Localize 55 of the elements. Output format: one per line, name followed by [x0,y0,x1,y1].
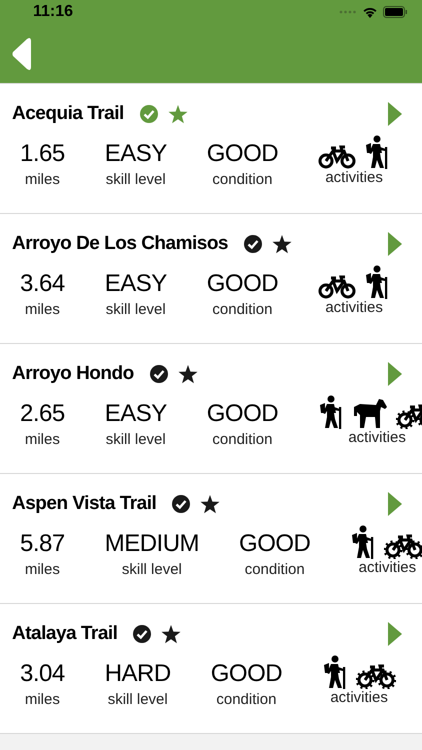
distance-label: miles [24,171,60,188]
skill-label: skill level [122,561,182,578]
skill-level: EASY [104,139,167,169]
chevron-right-icon[interactable] [388,362,402,386]
trail-distance: 3.64 [20,269,65,299]
trail-name: Arroyo De Los Chamisos [12,233,228,255]
trail-condition: GOOD [210,659,282,689]
wifi-icon [362,6,378,18]
activities-label: activities [325,299,383,316]
signal-icon [339,10,357,14]
bicycle-icon [356,663,396,689]
skill-level: EASY [104,399,167,429]
activities-label: activities [358,559,416,576]
bicycle-icon [318,145,356,169]
chevron-right-icon[interactable] [388,102,402,126]
skill-level: HARD [104,659,171,689]
condition-label: condition [216,691,276,708]
status-time: 11:16 [33,3,74,21]
distance-label: miles [24,301,60,318]
trail-condition: GOOD [206,269,278,299]
distance-label: miles [24,691,60,708]
bicycle-icon [384,533,422,559]
skill-level: EASY [104,269,167,299]
trail-name: Aspen Vista Trail [12,493,156,515]
horse-icon [352,397,388,429]
condition-label: condition [212,171,272,188]
trail-name: Arroyo Hondo [12,363,134,385]
bicycle-icon [318,275,356,299]
condition-label: condition [244,561,305,578]
trail-condition: GOOD [239,529,310,559]
activities-label: activities [330,689,388,706]
trail-distance: 5.87 [20,529,65,559]
skill-label: skill level [106,431,166,448]
condition-label: condition [212,431,272,448]
trail-name: Atalaya Trail [12,623,118,645]
distance-label: miles [24,431,60,448]
chevron-right-icon[interactable] [388,622,402,646]
condition-label: condition [212,301,272,318]
trail-distance: 1.65 [20,139,65,169]
skill-level: MEDIUM [104,529,200,559]
trail-distance: 3.04 [20,659,65,689]
chevron-right-icon[interactable] [388,232,402,256]
skill-label: skill level [106,301,166,318]
skill-label: skill level [106,171,166,188]
trail-condition: GOOD [206,139,278,169]
trail-name: Acequia Trail [12,103,124,125]
skill-label: skill level [108,691,168,708]
trail-condition: GOOD [206,399,278,429]
chevron-right-icon[interactable] [388,492,402,516]
back-icon[interactable] [12,38,32,70]
activities-label: activities [325,169,383,186]
trail-distance: 2.65 [20,399,65,429]
battery-icon [383,6,408,18]
activities-label: activities [348,429,406,446]
distance-label: miles [24,561,60,578]
